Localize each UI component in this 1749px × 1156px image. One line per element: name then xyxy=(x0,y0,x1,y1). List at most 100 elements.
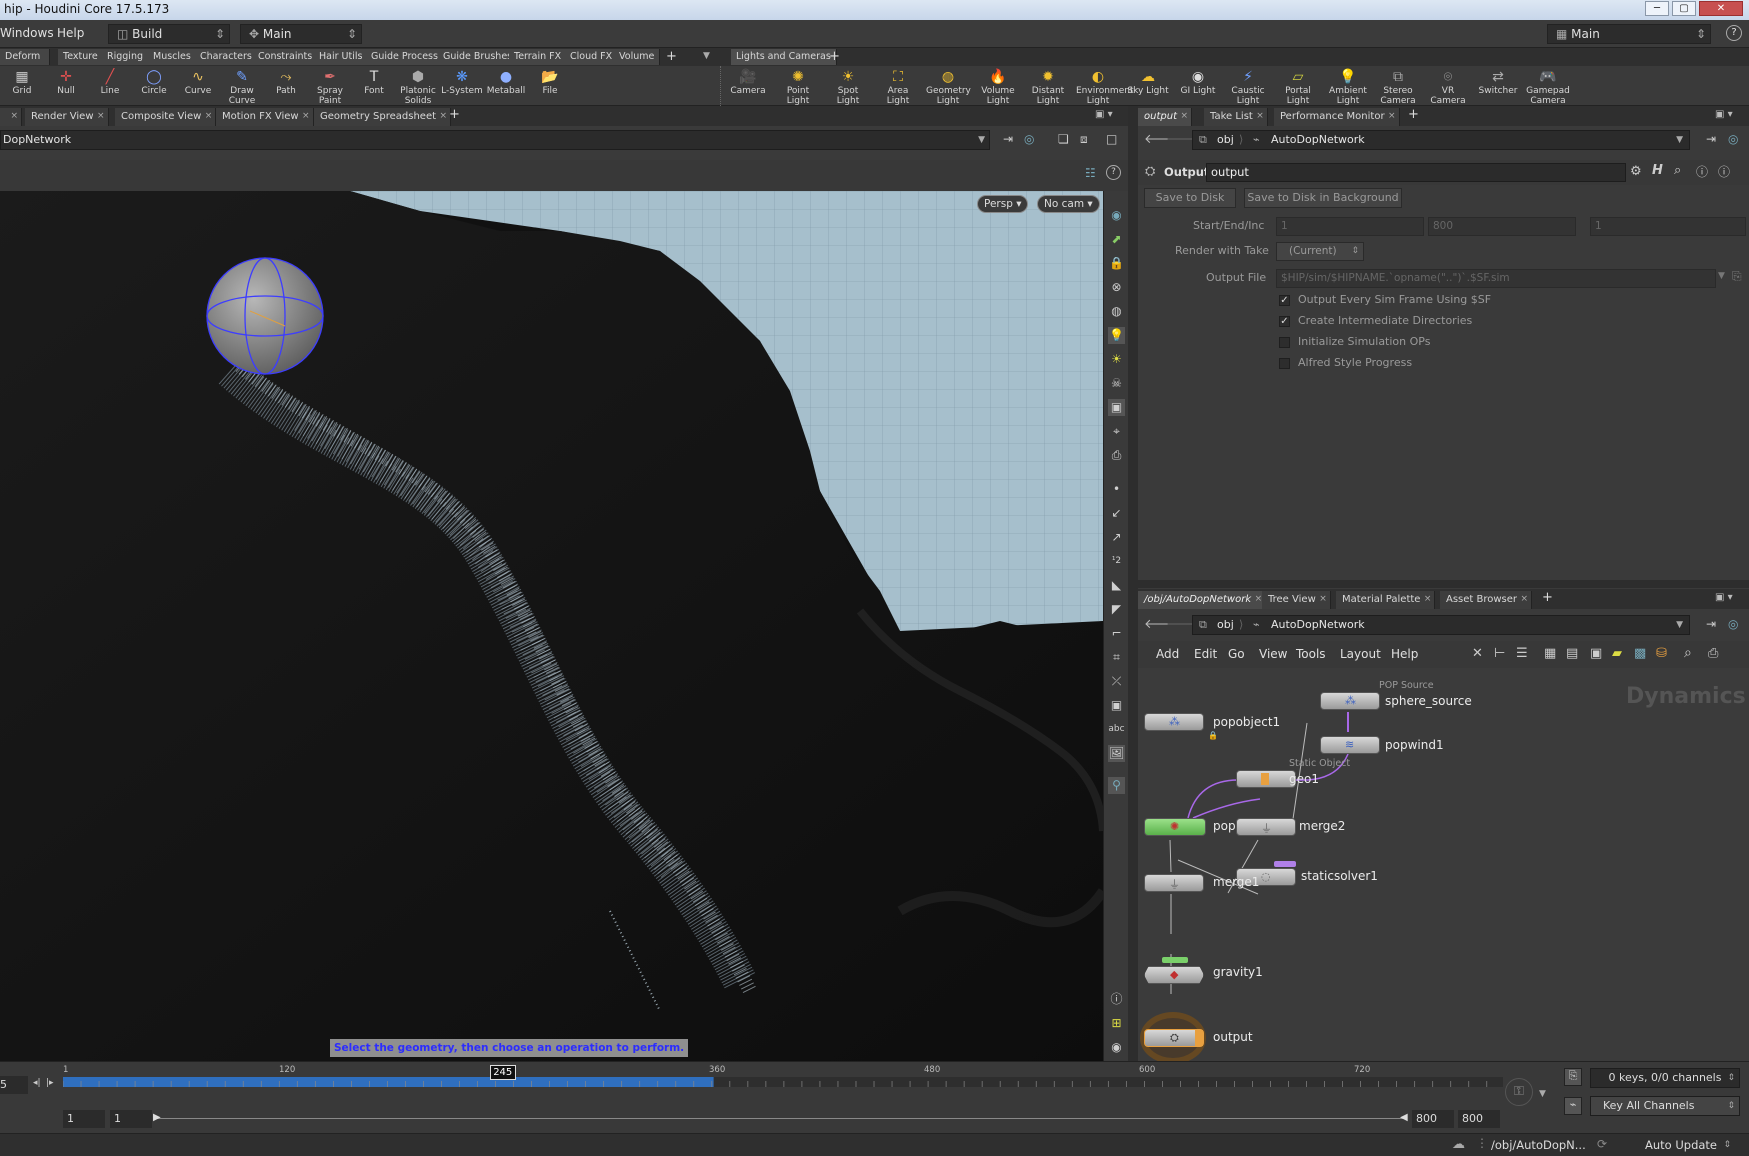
end-frame-field[interactable]: 800 xyxy=(1428,217,1576,236)
auto-update-select[interactable]: Auto Update ⇕ xyxy=(1615,1135,1735,1155)
shelf-tool-file[interactable]: 📂 File xyxy=(528,66,572,106)
vector-icon[interactable]: ↗ xyxy=(1108,529,1125,546)
tab-tree-view[interactable]: Tree View × xyxy=(1262,591,1331,609)
refresh-icon[interactable]: ⟳ xyxy=(1597,1137,1607,1151)
shelf-tab-lights-cameras[interactable]: Lights and Cameras xyxy=(731,49,837,65)
maximize-button[interactable]: ▢ xyxy=(1672,1,1696,16)
face-icon[interactable]: ◤ xyxy=(1108,601,1125,618)
tab-output[interactable]: output × xyxy=(1138,108,1192,126)
tab-take-list[interactable]: Take List × xyxy=(1204,108,1268,126)
menu-help[interactable]: Help xyxy=(57,26,84,40)
tab-composite-view[interactable]: Composite View × xyxy=(115,108,217,126)
network-menu-tools[interactable]: Tools xyxy=(1296,647,1326,661)
range-slider-track[interactable] xyxy=(156,1118,1406,1119)
node-sphere-source[interactable]: ⁂ xyxy=(1320,692,1380,710)
network-path-node[interactable]: AutoDopNetwork xyxy=(1271,616,1365,634)
range-end-field-2[interactable]: 800 xyxy=(1458,1110,1500,1128)
shelf-tool-platonic-solids[interactable]: ⬢ Platonic Solids xyxy=(396,66,440,106)
shelf-tab-volume[interactable]: Volume xyxy=(614,49,661,65)
network-menu-help[interactable]: Help xyxy=(1391,647,1418,661)
network-search-icon[interactable]: ⌕ xyxy=(1684,645,1692,661)
viewer-path-field[interactable]: DopNetwork ▼ xyxy=(0,130,990,150)
tab-motion-fx-view[interactable]: Motion FX View × xyxy=(216,108,314,126)
sticky-note-icon[interactable]: ▰ xyxy=(1612,646,1622,661)
quad-view-icon[interactable]: ⊞ xyxy=(1108,1015,1125,1032)
point-icon[interactable]: • xyxy=(1108,481,1125,498)
desktop-main-select[interactable]: ✥ Main ⇕ xyxy=(240,24,362,44)
save-to-disk-background-button[interactable]: Save to Disk in Background xyxy=(1244,188,1402,208)
shelf-tab-deform[interactable]: Deform xyxy=(0,49,50,65)
ghost-icon[interactable]: ⊗ xyxy=(1108,279,1125,296)
lights-tool-gamepad-camera[interactable]: 🎮 Gamepad Camera xyxy=(1526,66,1570,106)
params-pane-menu-icon[interactable]: ▣ ▾ xyxy=(1715,109,1733,120)
node-gravity1[interactable]: ◆ xyxy=(1144,966,1204,984)
checkbox-init-sim-ops[interactable] xyxy=(1279,337,1290,348)
list-icon[interactable]: ☰ xyxy=(1516,646,1528,661)
headlight-icon[interactable]: ☀ xyxy=(1108,351,1125,368)
shelf-tool-curve[interactable]: ∿ Curve xyxy=(176,66,220,106)
cube-icon[interactable]: ❏ xyxy=(1058,132,1069,146)
pane-divider[interactable] xyxy=(1128,106,1138,1061)
range-end-field[interactable]: 800 xyxy=(1412,1110,1454,1128)
network-menu-view[interactable]: View xyxy=(1259,647,1287,661)
key-icon[interactable]: ⚿ xyxy=(1505,1078,1533,1106)
params-search-icon[interactable]: ⌕ xyxy=(1674,163,1681,178)
range-start-field[interactable]: 1 xyxy=(63,1110,105,1128)
network-path-field[interactable]: ⧉ obj ⟩ ⌁ AutoDopNetwork ▼ xyxy=(1192,615,1690,635)
shelf-tab-cloud-fx[interactable]: Cloud FX xyxy=(565,49,619,65)
close-window-button[interactable]: ✕ xyxy=(1699,1,1743,16)
background-icon[interactable]: ▣ xyxy=(1108,399,1125,416)
edge-icon[interactable]: ⌐ xyxy=(1108,625,1125,642)
desktop-build-select[interactable]: ◫ Build ⇕ xyxy=(108,24,230,44)
key-all-icon[interactable]: ⌁ xyxy=(1564,1097,1582,1115)
lights-tool-spot-light[interactable]: ☀ Spot Light xyxy=(826,66,870,106)
key-menu-icon[interactable]: ▼ xyxy=(1539,1089,1546,1099)
viewer-pane-menu-icon[interactable]: ▣ ▾ xyxy=(1095,109,1113,120)
tab-asset-browser[interactable]: Asset Browser × xyxy=(1440,591,1533,609)
lights-tool-portal-light[interactable]: ▱ Portal Light xyxy=(1276,66,1320,106)
viewer-tab-scene[interactable]: × xyxy=(0,108,22,126)
help-icon[interactable]: ? xyxy=(1726,25,1742,41)
shelf-tool-null[interactable]: ✛ Null xyxy=(44,66,88,106)
uv-icon[interactable]: ▣ xyxy=(1108,697,1125,714)
wrench-icon[interactable]: ✕ xyxy=(1472,646,1483,661)
tab-render-view[interactable]: Render View × xyxy=(25,108,109,126)
houdini-h-icon[interactable]: H xyxy=(1652,163,1663,178)
number-icon[interactable]: ¹2 xyxy=(1108,553,1125,570)
node-name-field[interactable]: output xyxy=(1206,163,1626,182)
range-start-field-2[interactable]: 1 xyxy=(110,1110,152,1128)
skull-icon[interactable]: ☠ xyxy=(1108,375,1125,392)
lights-tool-environment-light[interactable]: ◐ Environment Light xyxy=(1076,66,1133,106)
output-file-menu-icon[interactable]: ▼ xyxy=(1718,271,1725,281)
inc-frame-field[interactable]: 1 xyxy=(1590,217,1746,236)
eye-icon[interactable]: ◉ xyxy=(1108,1039,1125,1056)
node-popwind1[interactable]: ≋ xyxy=(1320,736,1380,754)
view-tool-icon[interactable]: ◉ xyxy=(1108,207,1125,224)
params-link-icon[interactable]: ◎ xyxy=(1728,132,1738,146)
params-path-obj[interactable]: obj xyxy=(1217,131,1234,149)
tab-performance-monitor[interactable]: Performance Monitor × xyxy=(1274,108,1400,126)
lights-tool-area-light[interactable]: ⛶ Area Light xyxy=(876,66,920,106)
params-path-field[interactable]: ⧉ obj ⟩ ⌁ AutoDopNetwork ▼ xyxy=(1192,130,1690,150)
tree-icon[interactable]: ⊢ xyxy=(1494,646,1505,661)
shelf-tool-circle[interactable]: ◯ Circle xyxy=(132,66,176,106)
current-frame-field[interactable]: 5 xyxy=(0,1076,28,1094)
step-forward-button[interactable]: |▸ xyxy=(46,1078,54,1088)
shading-icon[interactable]: ◍ xyxy=(1108,303,1125,320)
shelf-tab-terrain-fx[interactable]: Terrain FX xyxy=(509,49,568,65)
add-params-tab-button[interactable]: + xyxy=(1408,107,1419,122)
gear-icon[interactable]: ⚙ xyxy=(1630,164,1642,179)
prim-icon[interactable]: ◣ xyxy=(1108,577,1125,594)
timeline-track[interactable]: 1 120 360 480 600 720 245 xyxy=(63,1065,1503,1093)
add-network-tab-button[interactable]: + xyxy=(1542,590,1553,605)
params-path-node[interactable]: AutoDopNetwork xyxy=(1271,131,1365,149)
normal-icon[interactable]: ↙ xyxy=(1108,505,1125,522)
shelf-tool-metaball[interactable]: ● Metaball xyxy=(484,66,528,106)
shelf-tool-line[interactable]: ╱ Line xyxy=(88,66,132,106)
step-back-button[interactable]: ◂| xyxy=(33,1078,41,1088)
node-geo1[interactable] xyxy=(1236,770,1296,788)
info-icon[interactable]: ⓘ xyxy=(1108,991,1125,1008)
node-popsolver[interactable]: ✺ xyxy=(1144,818,1206,836)
keys-channels-field[interactable]: 0 keys, 0/0 channels ⇕ xyxy=(1590,1068,1740,1088)
network-menu-go[interactable]: Go xyxy=(1228,647,1245,661)
